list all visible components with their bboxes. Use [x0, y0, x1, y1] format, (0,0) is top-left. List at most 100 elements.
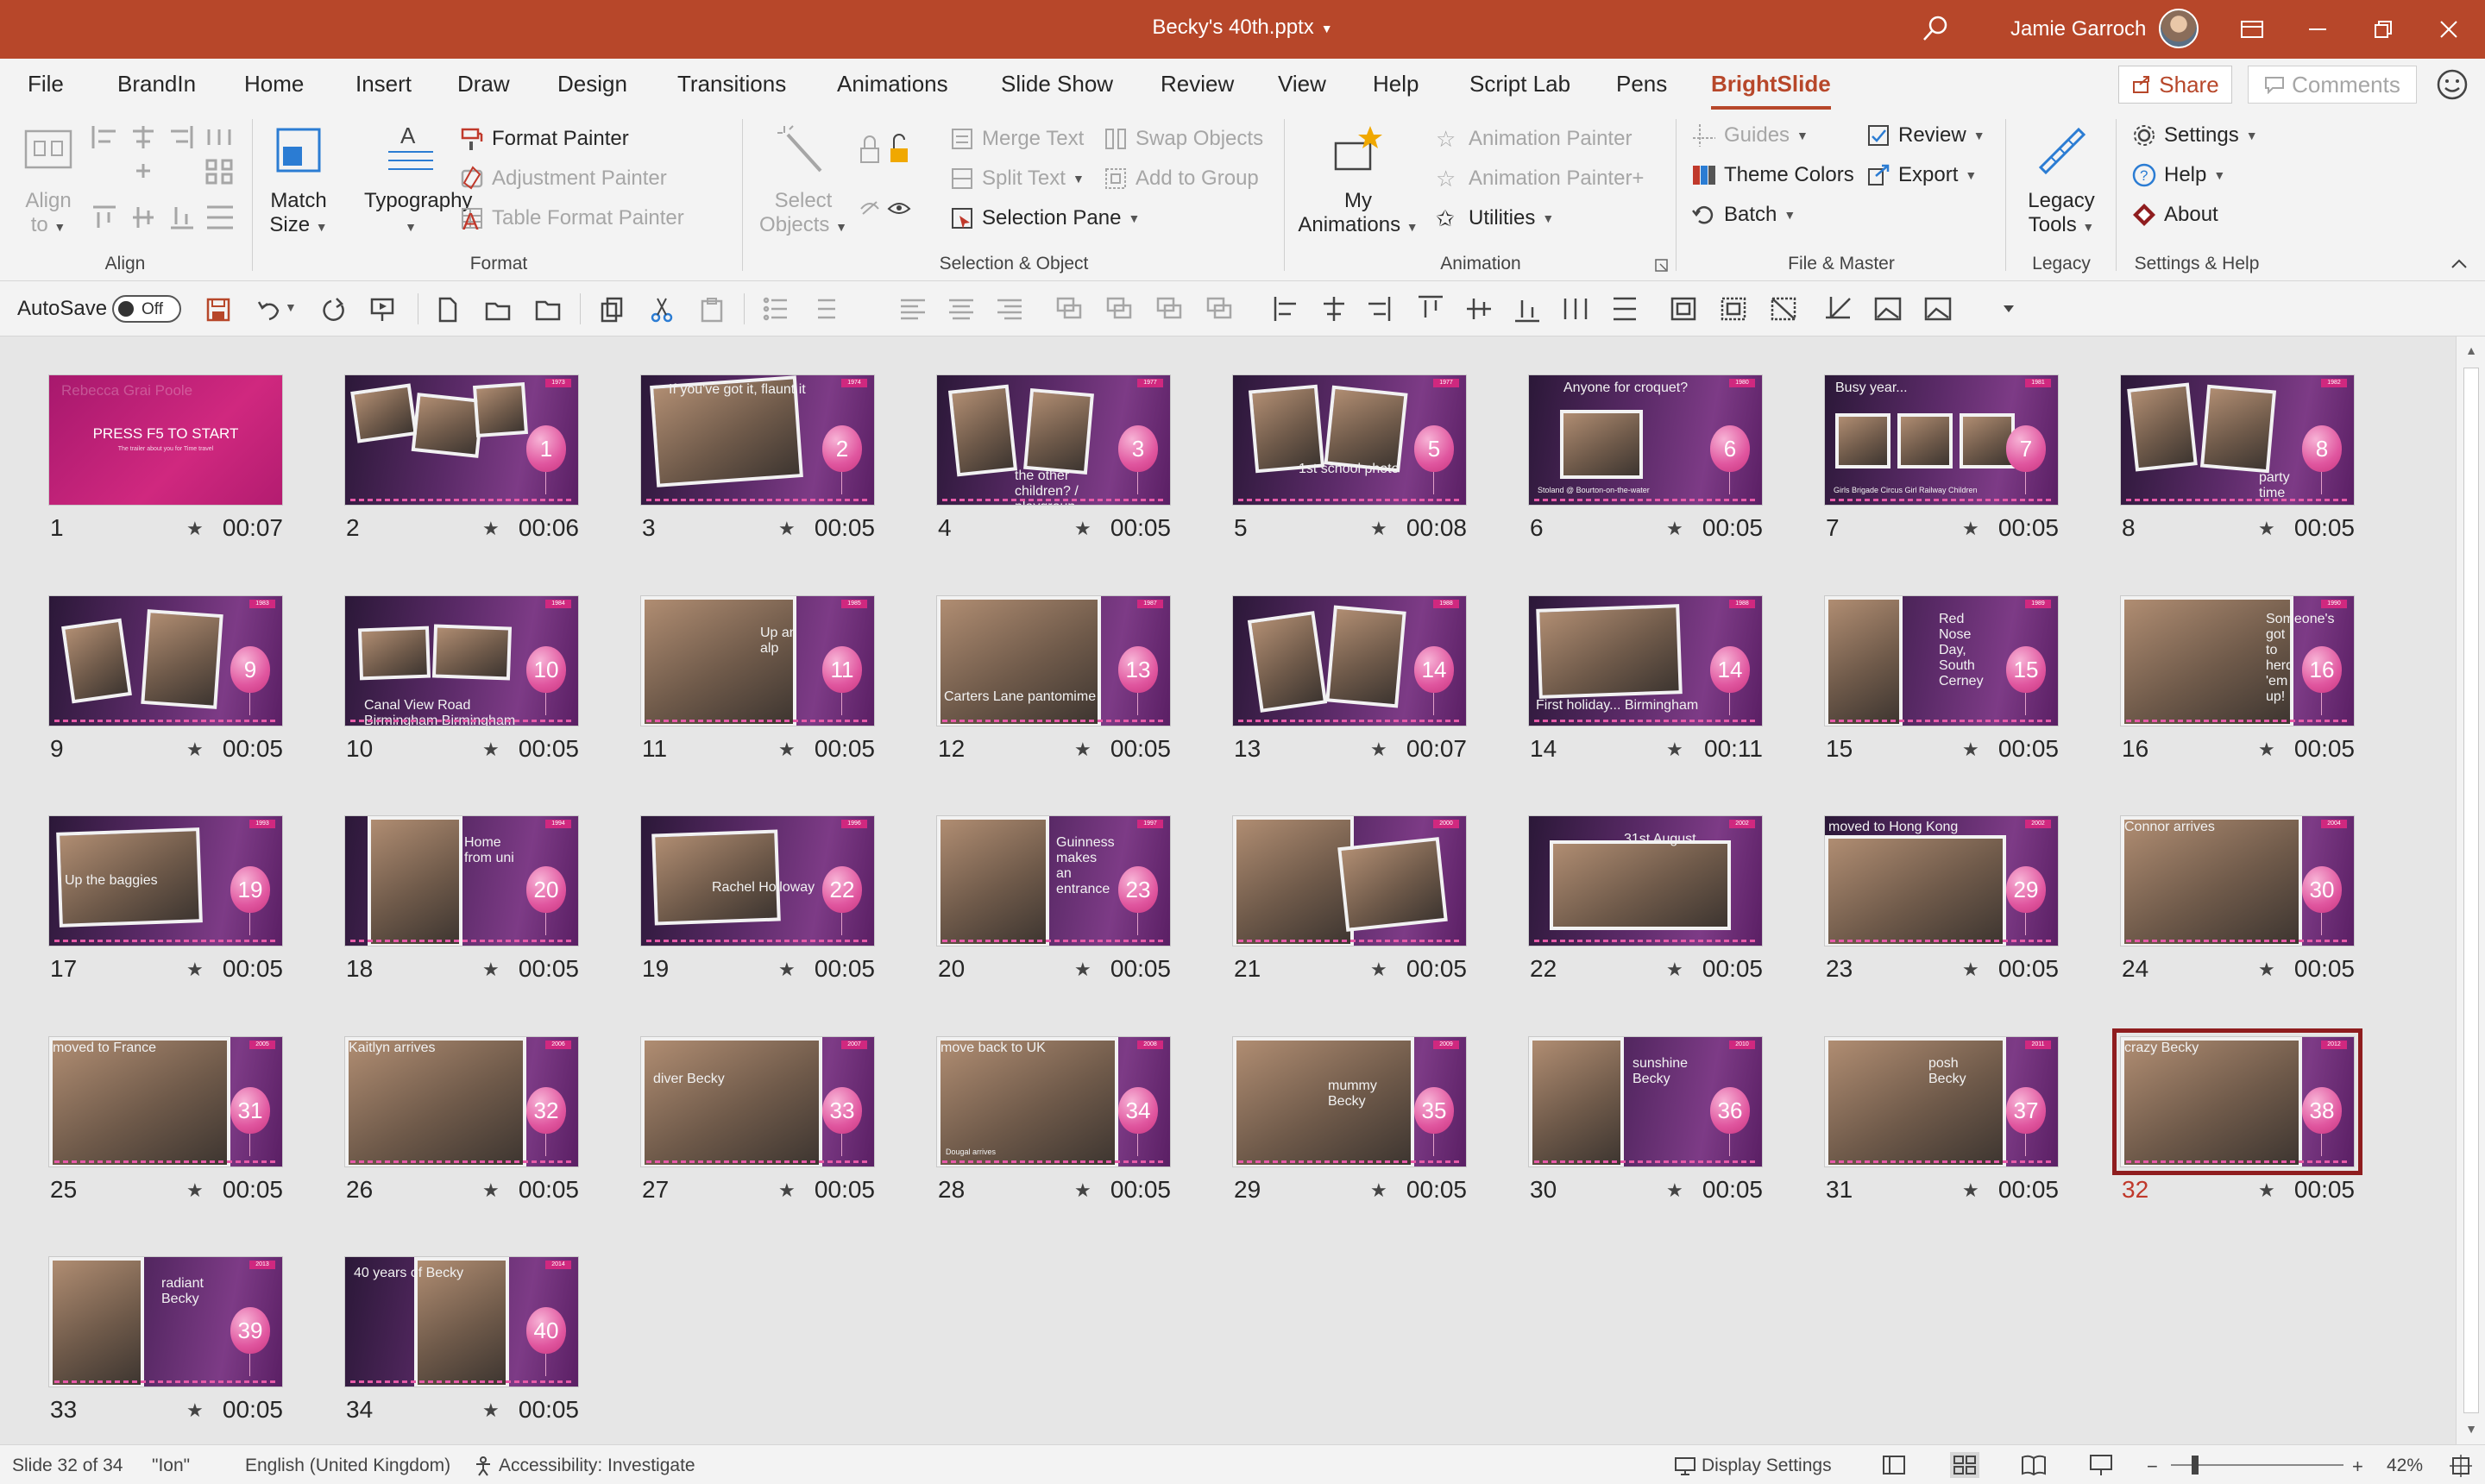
slide-preview[interactable]: 2010 sunshine Becky 36: [1528, 1036, 1763, 1167]
transition-star-icon[interactable]: ★: [1370, 1179, 1387, 1202]
transition-star-icon[interactable]: ★: [1666, 959, 1683, 981]
fit-slide-to-window-icon[interactable]: [2449, 1454, 2473, 1478]
normal-view-icon[interactable]: [1879, 1452, 1909, 1478]
dialog-launcher-icon[interactable]: [1655, 259, 1669, 273]
slide-preview[interactable]: 1989 Red Nose Day, South Cerney 15: [1824, 595, 2059, 726]
redo-icon[interactable]: [321, 297, 347, 323]
slide-preview[interactable]: 2013 radiant Becky 39: [48, 1256, 283, 1387]
tab-animations[interactable]: Animations: [837, 71, 948, 97]
my-animations-button[interactable]: My Animations ▼: [1294, 123, 1422, 239]
slide-preview[interactable]: 2004 Connor arrives 30: [2120, 815, 2355, 946]
display-settings-button[interactable]: Display Settings: [1674, 1456, 1832, 1476]
tab-script-lab[interactable]: Script Lab: [1469, 71, 1570, 97]
transition-star-icon[interactable]: ★: [1666, 518, 1683, 540]
transition-star-icon[interactable]: ★: [1666, 1179, 1683, 1202]
language[interactable]: English (United Kingdom): [245, 1456, 450, 1476]
transition-star-icon[interactable]: ★: [482, 1399, 500, 1422]
add-to-group-button[interactable]: Add to Group: [1103, 166, 1259, 192]
slide-thumbnail[interactable]: 2007 diver Becky 33 27 ★ 00:05: [640, 1036, 875, 1203]
guides-button[interactable]: Guides ▼: [1691, 123, 1809, 148]
slide-show-view-icon[interactable]: [2086, 1452, 2116, 1478]
transition-star-icon[interactable]: ★: [186, 1399, 204, 1422]
transition-star-icon[interactable]: ★: [778, 959, 796, 981]
tab-draw[interactable]: Draw: [457, 71, 510, 97]
selection-pane-button[interactable]: Selection Pane ▼: [949, 205, 1140, 231]
zoom-level[interactable]: 42%: [2387, 1456, 2423, 1476]
slide-thumbnail[interactable]: 1973 1 2 ★ 00:06: [344, 374, 579, 541]
transition-star-icon[interactable]: ★: [1962, 959, 1979, 981]
slide-thumbnail[interactable]: 1982 party time 8 8 ★ 00:05: [2120, 374, 2355, 541]
animation-painter-plus-button[interactable]: ☆ Animation Painter+: [1436, 166, 1644, 192]
help-button[interactable]: ? Help ▼: [2131, 162, 2225, 188]
folder-icon[interactable]: [535, 297, 561, 323]
transition-star-icon[interactable]: ★: [1370, 739, 1387, 761]
transition-star-icon[interactable]: ★: [1962, 1179, 1979, 1202]
tab-pens[interactable]: Pens: [1616, 71, 1667, 97]
slide-thumbnail[interactable]: 2012 crazy Becky 38 32 ★ 00:05: [2112, 1028, 2362, 1203]
search-icon[interactable]: [1921, 14, 1950, 43]
slide-thumbnail[interactable]: 1988 14 13 ★ 00:07: [1232, 595, 1467, 762]
comments-button[interactable]: Comments: [2248, 66, 2417, 104]
select-objects-button[interactable]: Select Objects ▼: [752, 123, 854, 239]
tab-slide-show[interactable]: Slide Show: [1001, 71, 1113, 97]
paste-icon[interactable]: [699, 297, 725, 323]
new-file-icon[interactable]: [435, 297, 461, 323]
slide-thumbnail[interactable]: 2002 31st August 22 ★ 00:05: [1528, 815, 1763, 982]
slide-thumbnail[interactable]: 2002 moved to Hong Kong 29 23 ★ 00:05: [1824, 815, 2059, 982]
transition-star-icon[interactable]: ★: [778, 518, 796, 540]
transition-star-icon[interactable]: ★: [2258, 1179, 2275, 1202]
transition-star-icon[interactable]: ★: [1370, 518, 1387, 540]
transition-star-icon[interactable]: ★: [482, 739, 500, 761]
merge-text-button[interactable]: Merge Text: [949, 126, 1084, 152]
transition-star-icon[interactable]: ★: [186, 518, 204, 540]
tab-transitions[interactable]: Transitions: [677, 71, 786, 97]
transition-star-icon[interactable]: ★: [2258, 959, 2275, 981]
slide-preview[interactable]: 1988 14: [1232, 595, 1467, 726]
slide-preview[interactable]: 1977 1st school photo 5: [1232, 374, 1467, 506]
slide-thumbnail[interactable]: 1994 Home from uni 20 18 ★ 00:05: [344, 815, 579, 982]
transition-star-icon[interactable]: ★: [1370, 959, 1387, 981]
match-size-button[interactable]: Match Size ▼: [267, 123, 330, 239]
transition-star-icon[interactable]: ★: [186, 959, 204, 981]
slide-thumbnail[interactable]: 1987 Carters Lane pantomime 13 12 ★ 00:05: [936, 595, 1171, 762]
present-from-start-icon[interactable]: [369, 297, 395, 323]
slide-thumbnail[interactable]: 1996 Rachel Holloway 22 19 ★ 00:05: [640, 815, 875, 982]
slide-preview[interactable]: 1980 Anyone for croquet? Stoland @ Bourton…: [1528, 374, 1763, 506]
slide-preview[interactable]: 1982 party time 8: [2120, 374, 2355, 506]
align-to-button[interactable]: Align to ▼: [12, 123, 85, 239]
transition-star-icon[interactable]: ★: [1074, 1179, 1092, 1202]
slide-preview[interactable]: 1990 Someone's got to herd 'em up! 16: [2120, 595, 2355, 726]
user-name[interactable]: Jamie Garroch: [2010, 17, 2146, 41]
slide-preview[interactable]: 2014 40 years of Becky 40: [344, 1256, 579, 1387]
transition-star-icon[interactable]: ★: [1074, 518, 1092, 540]
reading-view-icon[interactable]: [2019, 1452, 2048, 1478]
close-icon[interactable]: [2432, 12, 2466, 47]
slide-preview[interactable]: 1983 9: [48, 595, 283, 726]
table-format-painter-button[interactable]: Table Format Painter: [459, 205, 684, 231]
transition-star-icon[interactable]: ★: [1666, 739, 1683, 761]
autosave-toggle[interactable]: Off: [112, 295, 181, 323]
slide-preview[interactable]: 1981 Busy year... Girls Brigade Circus Gir…: [1824, 374, 2059, 506]
tab-help[interactable]: Help: [1373, 71, 1419, 97]
slide-preview[interactable]: 2000: [1232, 815, 1467, 946]
animation-painter-button[interactable]: ☆ Animation Painter: [1436, 126, 1632, 152]
batch-button[interactable]: Batch ▼: [1691, 202, 1796, 228]
slide-thumbnail[interactable]: 1988 First holiday... Birmingham 14 14 ★ 00:1…: [1528, 595, 1763, 762]
undo-icon[interactable]: [255, 297, 281, 323]
formatting-toolbar-icons[interactable]: [761, 293, 2021, 324]
theme-colors-button[interactable]: Theme Colors: [1691, 162, 1854, 188]
transition-star-icon[interactable]: ★: [778, 739, 796, 761]
slide-preview[interactable]: 1974 If you've got it, flaunt it 2: [640, 374, 875, 506]
zoom-out-button[interactable]: −: [2147, 1456, 2158, 1478]
slide-thumbnail[interactable]: 2000 21 ★ 00:05: [1232, 815, 1467, 982]
cut-icon[interactable]: [649, 297, 675, 323]
slide-thumbnail[interactable]: 1977the other children? / playgroup3 4 ★ 00…: [936, 374, 1171, 541]
scroll-down-icon[interactable]: ▼: [2463, 1422, 2479, 1437]
slide-preview[interactable]: 1987 Carters Lane pantomime 13: [936, 595, 1171, 726]
save-icon[interactable]: [205, 297, 231, 323]
slide-preview[interactable]: 1988 First holiday... Birmingham 14: [1528, 595, 1763, 726]
format-painter-button[interactable]: Format Painter: [459, 126, 629, 152]
slide-thumbnail[interactable]: Rebecca Grai Poole PRESS F5 TO START The t…: [48, 374, 283, 541]
transition-star-icon[interactable]: ★: [482, 959, 500, 981]
swap-objects-button[interactable]: Swap Objects: [1103, 126, 1263, 152]
